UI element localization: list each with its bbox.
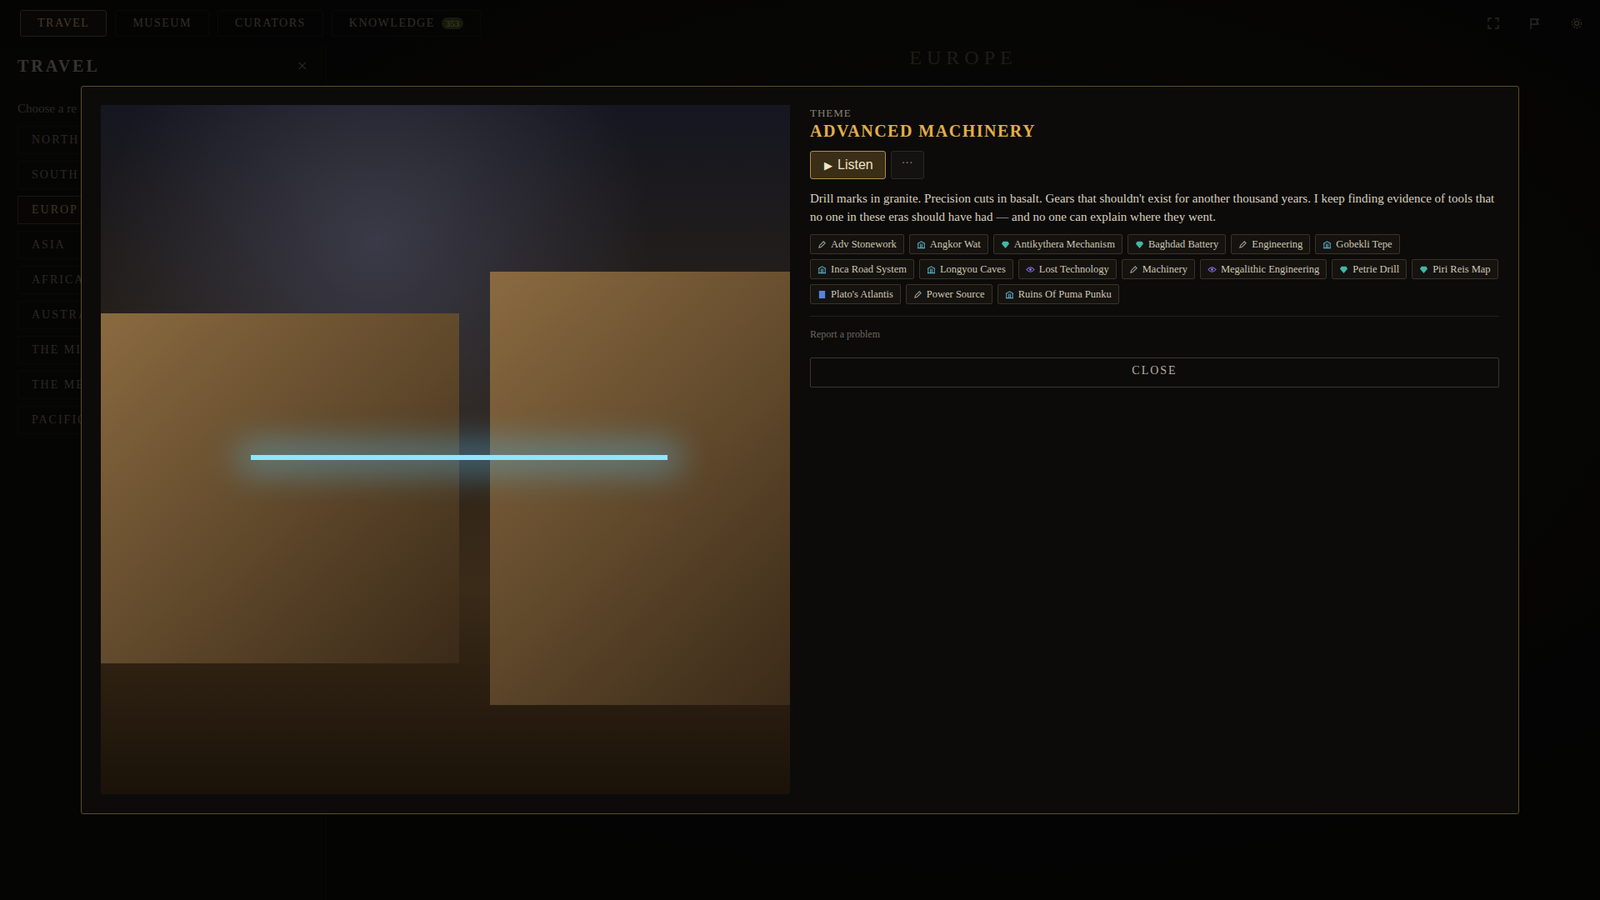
tag[interactable]: Petrie Drill [1331, 259, 1407, 280]
tag[interactable]: Antikythera Mechanism [993, 234, 1123, 255]
divider [810, 315, 1500, 317]
close-button[interactable]: CLOSE [810, 357, 1500, 388]
tag[interactable]: Longyou Caves [919, 259, 1014, 280]
tag[interactable]: Lost Technology [1018, 259, 1117, 280]
tag-list: Adv StoneworkAngkor WatAntikythera Mecha… [810, 234, 1500, 305]
tag[interactable]: Adv Stonework [810, 234, 905, 255]
tag[interactable]: Piri Reis Map [1411, 259, 1498, 280]
tag[interactable]: Plato's Atlantis [810, 284, 901, 305]
tag[interactable]: Baghdad Battery [1127, 234, 1226, 255]
gem-icon [1419, 265, 1429, 275]
tag[interactable]: Power Source [905, 284, 993, 305]
actions: ▶Listen··· [810, 150, 1500, 180]
pencil-icon [1238, 240, 1248, 250]
building-icon [817, 265, 827, 275]
tag[interactable]: Gobekli Tepe [1315, 234, 1400, 255]
listen-button[interactable]: ▶Listen [810, 150, 886, 180]
gem-icon [1000, 240, 1010, 250]
building-icon [1322, 240, 1332, 250]
pencil-icon [1129, 265, 1139, 275]
book-icon [817, 290, 827, 300]
glow-beam [250, 455, 668, 460]
tag[interactable]: Engineering [1230, 234, 1310, 255]
building-icon [916, 240, 926, 250]
eye-icon [1025, 265, 1035, 275]
theme-title: ADVANCED MACHINERY [810, 121, 1500, 141]
tag[interactable]: Ruins Of Puma Punku [997, 284, 1120, 305]
play-icon: ▶ [824, 159, 833, 172]
more-button[interactable]: ··· [890, 150, 925, 180]
tag[interactable]: Megalithic Engineering [1200, 259, 1327, 280]
building-icon [1005, 290, 1015, 300]
gem-icon [1339, 265, 1349, 275]
gem-icon [1135, 240, 1145, 250]
theme-image [100, 105, 790, 795]
eye-icon [1207, 265, 1217, 275]
tag[interactable]: Inca Road System [810, 259, 915, 280]
stone-block [100, 313, 460, 664]
theme-info: THEMEADVANCED MACHINERY ▶Listen··· Drill m… [810, 105, 1500, 795]
pencil-icon [817, 240, 827, 250]
tag[interactable]: Angkor Wat [909, 234, 989, 255]
report-link[interactable]: Report a problem [810, 328, 1500, 341]
pencil-icon [913, 290, 923, 300]
theme-label: THEME [810, 106, 1500, 120]
tag[interactable]: Machinery [1121, 259, 1195, 280]
modal-backdrop: THEMEADVANCED MACHINERY ▶Listen··· Drill m… [0, 0, 1600, 900]
stone-block [490, 271, 790, 705]
description: Drill marks in granite. Precision cuts i… [810, 189, 1500, 226]
theme-modal: THEMEADVANCED MACHINERY ▶Listen··· Drill m… [80, 85, 1520, 815]
screen: TRAVELMUSEUMCURATORSKNOWLEDGE353TRAVEL×C… [0, 0, 1600, 900]
building-icon [926, 265, 936, 275]
